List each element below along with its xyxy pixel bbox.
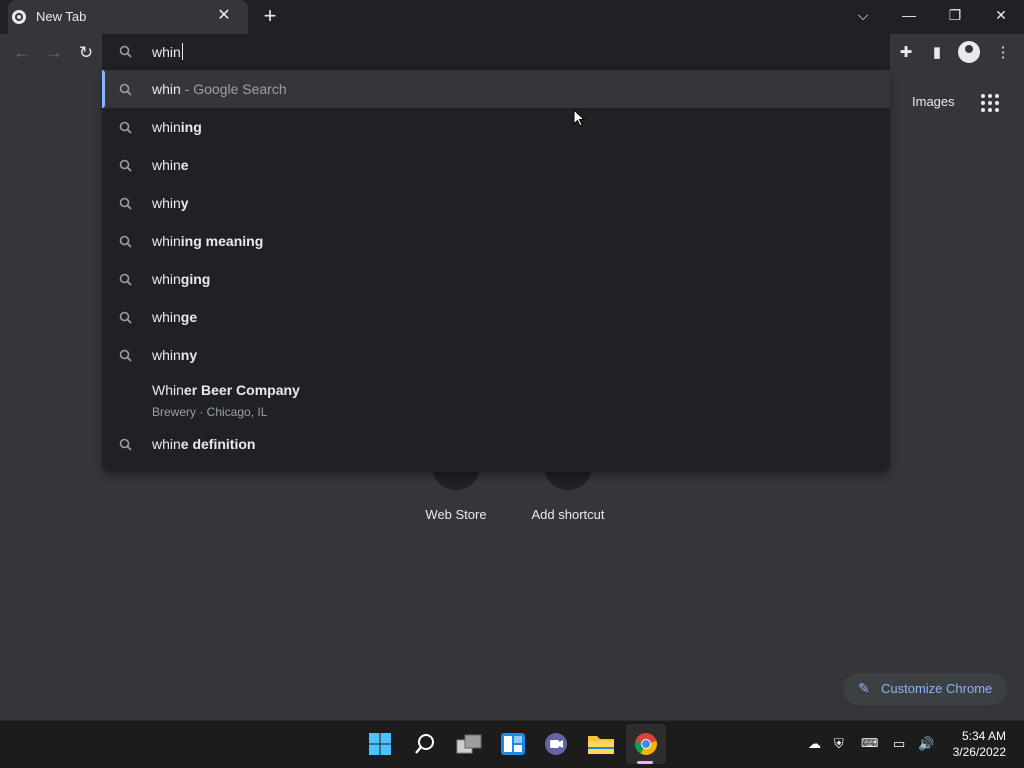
selected-indicator [102, 70, 105, 108]
profile-avatar-icon[interactable] [958, 41, 980, 63]
minimize-button[interactable]: — [886, 0, 932, 30]
search-icon [118, 310, 134, 331]
forward-arrow-icon[interactable]: → [41, 40, 67, 66]
suggestion-completion: ing meaning [180, 233, 264, 249]
suggestion-completion: e [180, 157, 189, 173]
suggestion-typed: whin [152, 81, 181, 97]
search-icon [118, 196, 134, 217]
suggestion-row[interactable]: whine definition [102, 425, 890, 463]
close-window-button[interactable]: ✕ [978, 0, 1024, 30]
task-view-icon[interactable] [456, 732, 482, 756]
suggestion-completion: y [180, 195, 189, 211]
suggestion-row[interactable]: whinging [102, 260, 890, 298]
reload-icon[interactable]: ↻ [73, 40, 99, 66]
tab-search-chevron-icon[interactable]: ⌵ [840, 0, 886, 30]
security-shield-icon[interactable]: ⛨ [834, 736, 844, 752]
suggestion-completion: ging [180, 271, 211, 287]
suggestion-text: whinny [152, 347, 197, 363]
search-icon [118, 120, 134, 141]
omnibox[interactable] [102, 34, 890, 70]
new-tab-button[interactable]: + [258, 4, 282, 28]
suggestion-text: whinging [152, 271, 210, 287]
suggestion-row[interactable]: whinge [102, 298, 890, 336]
search-icon [118, 82, 134, 103]
network-icon[interactable]: ▭ [893, 736, 905, 752]
suggestion-text: whiny [152, 195, 189, 211]
suggestion-completion: er Beer Company [183, 382, 300, 398]
omnibox-input[interactable]: whin [152, 44, 181, 60]
suggestion-completion: ge [180, 309, 198, 325]
widgets-icon[interactable] [500, 732, 526, 756]
search-icon [118, 272, 134, 293]
text-caret [182, 43, 183, 60]
suggestion-typed: whin [152, 347, 181, 363]
suggestion-text: whinge [152, 309, 197, 325]
restore-button[interactable]: ❐ [932, 0, 978, 30]
customize-chrome-label: Customize Chrome [881, 681, 993, 696]
suggestion-typed: whin [152, 119, 181, 135]
suggestion-suffix: - Google Search [180, 81, 287, 97]
onedrive-offline-icon[interactable]: ☁ [808, 736, 821, 752]
search-icon [118, 158, 134, 179]
suggestion-typed: whin [152, 195, 181, 211]
suggestion-row[interactable]: whinny [102, 336, 890, 374]
suggestion-completion: e definition [180, 436, 256, 452]
suggestion-row[interactable]: Whiner Beer Company Brewery · Chicago, IL [102, 374, 890, 425]
suggestion-text: whining [152, 119, 202, 135]
suggestion-text: whining meaning [152, 233, 263, 249]
suggestion-text: Whiner Beer Company [152, 382, 300, 398]
suggestion-completion: ny [180, 347, 198, 363]
search-icon [118, 437, 134, 458]
search-icon [118, 234, 134, 255]
suggestion-typed: whin [152, 309, 181, 325]
suggestion-row[interactable]: whiny [102, 184, 890, 222]
search-icon [119, 45, 132, 58]
suggestion-row[interactable]: whining [102, 108, 890, 146]
suggestion-text: whine definition [152, 436, 255, 452]
search-icon [118, 348, 134, 369]
close-tab-icon[interactable]: ✕ [214, 6, 234, 26]
suggestion-typed: whin [152, 271, 181, 287]
suggestion-typed: Whin [152, 382, 184, 398]
suggestion-text: whine [152, 157, 189, 173]
suggestion-typed: whin [152, 436, 181, 452]
back-arrow-icon[interactable]: ← [9, 40, 35, 66]
file-explorer-icon[interactable] [587, 732, 615, 756]
suggestion-completion: ing [180, 119, 202, 135]
google-apps-grid-icon[interactable] [981, 94, 999, 112]
volume-icon[interactable]: 🔊 [918, 736, 934, 752]
suggestion-subtitle: Brewery · Chicago, IL [152, 405, 268, 419]
chrome-taskbar-icon[interactable] [634, 732, 658, 756]
menu-kebab-icon[interactable]: ⋮ [992, 42, 1014, 64]
side-panel-icon[interactable]: ▮ [926, 42, 948, 64]
suggestion-text: whin - Google Search [152, 81, 287, 97]
active-app-indicator [637, 761, 653, 764]
taskbar-search-icon[interactable] [413, 732, 437, 756]
images-link[interactable]: Images [912, 94, 955, 109]
suggestion-typed: whin [152, 233, 181, 249]
omnibox-suggestions-dropdown: whin - Google Search whining whine whiny whi… [102, 70, 890, 472]
mouse-cursor-icon [573, 109, 585, 127]
teams-chat-icon[interactable] [543, 732, 569, 756]
tab-title: New Tab [36, 9, 87, 24]
pencil-icon: ✎ [858, 680, 870, 696]
windows-start-icon[interactable] [368, 732, 392, 756]
chrome-favicon-icon [12, 10, 26, 24]
suggestion-row[interactable]: whin - Google Search [102, 70, 890, 108]
extensions-puzzle-icon[interactable]: ✚ [895, 42, 917, 64]
keyboard-icon[interactable]: ⌨ [861, 736, 878, 750]
shortcut-label-web-store: Web Store [425, 507, 487, 522]
clock-date[interactable]: 3/26/2022 [946, 745, 1006, 759]
shortcut-label-add-shortcut: Add shortcut [531, 507, 605, 522]
suggestion-row[interactable]: whine [102, 146, 890, 184]
suggestion-typed: whin [152, 157, 181, 173]
clock-time[interactable]: 5:34 AM [960, 729, 1006, 743]
suggestion-row[interactable]: whining meaning [102, 222, 890, 260]
